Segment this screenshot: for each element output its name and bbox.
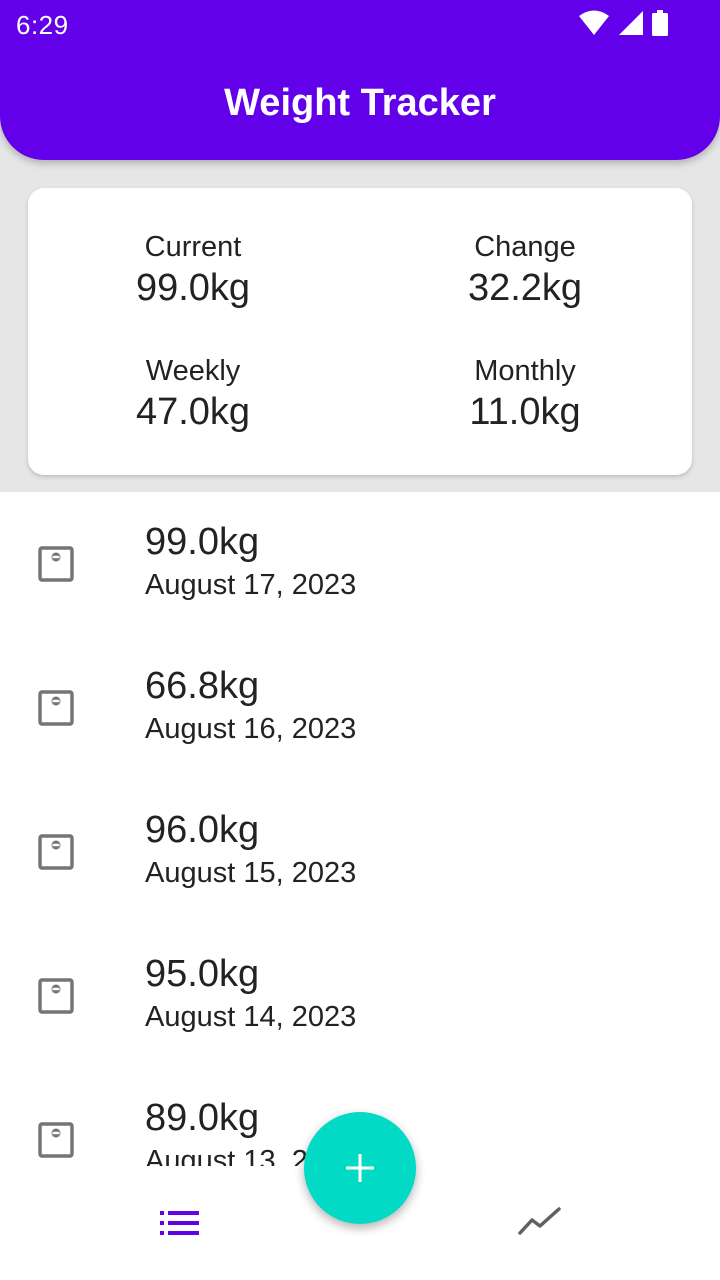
stat-current-label: Current (144, 231, 242, 263)
app-title: Weight Tracker (224, 82, 496, 124)
list-item[interactable]: 95.0kg August 14, 2023 (0, 924, 720, 1068)
stat-weekly: Weekly 47.0kg (27, 354, 359, 434)
wifi-icon (579, 10, 609, 35)
scale-icon (38, 1122, 74, 1158)
add-entry-button[interactable] (304, 1112, 416, 1224)
status-time: 6:29 (16, 10, 69, 40)
add-icon (346, 1154, 374, 1182)
entry-weight: 66.8kg (145, 665, 260, 707)
entry-weight: 89.0kg (145, 1097, 260, 1139)
stat-monthly-value: 11.0kg (469, 391, 581, 433)
stat-monthly-label: Monthly (474, 355, 576, 387)
stat-weekly-label: Weekly (145, 355, 241, 387)
battery-icon (652, 10, 668, 36)
stat-current-value: 99.0kg (135, 267, 251, 309)
entry-date: August 14, 2023 (145, 1001, 357, 1033)
scale-icon (38, 834, 74, 870)
entry-date: August 17, 2023 (145, 569, 357, 601)
list-icon[interactable] (160, 1210, 200, 1236)
entry-date: August 15, 2023 (145, 857, 357, 889)
entry-weight: 95.0kg (145, 953, 260, 995)
entry-weight: 99.0kg (145, 521, 260, 563)
weight-entry-list[interactable]: 99.0kg August 17, 2023 66.8kg August 16,… (0, 492, 720, 1166)
list-item[interactable]: 96.0kg August 15, 2023 (0, 780, 720, 924)
status-icons (578, 10, 668, 36)
stat-weekly-value: 47.0kg (135, 391, 251, 433)
scale-icon (38, 546, 74, 582)
stat-current: Current 99.0kg (27, 230, 359, 310)
app-bar: 6:29 Weight Tracker (0, 0, 720, 160)
stat-change-label: Change (474, 231, 576, 263)
list-item[interactable]: 66.8kg August 16, 2023 (0, 636, 720, 780)
stat-monthly: Monthly 11.0kg (359, 354, 691, 434)
scale-icon (38, 690, 74, 726)
stat-change-value: 32.2kg (467, 267, 583, 309)
entry-weight: 96.0kg (145, 809, 260, 851)
entry-date: August 16, 2023 (145, 713, 357, 745)
signal-icon (619, 11, 643, 35)
stat-change: Change 32.2kg (359, 230, 691, 310)
chart-icon[interactable] (518, 1206, 562, 1236)
list-item[interactable]: 99.0kg August 17, 2023 (0, 492, 720, 636)
scale-icon (38, 978, 74, 1014)
